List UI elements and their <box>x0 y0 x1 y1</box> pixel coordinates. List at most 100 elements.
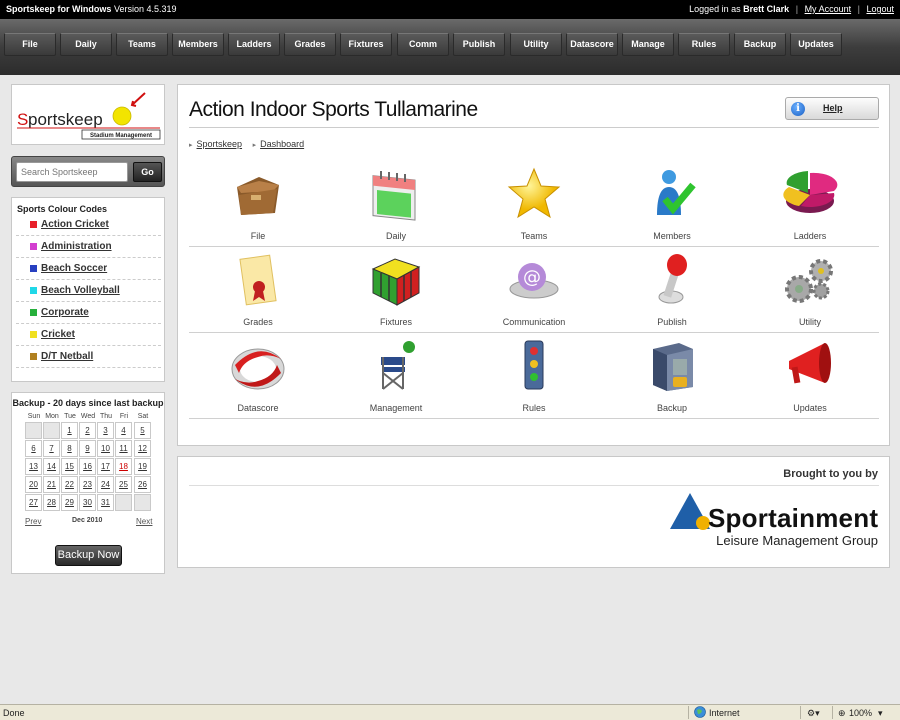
tile-utility[interactable]: Utility <box>741 247 879 333</box>
calendar-day[interactable]: 16 <box>79 458 96 475</box>
search-go-button[interactable]: Go <box>133 162 162 182</box>
calendar-day[interactable]: 27 <box>25 494 42 511</box>
calendar-day[interactable]: 29 <box>61 494 78 511</box>
nav-utility-button[interactable]: Utility <box>510 33 562 56</box>
search-input[interactable] <box>16 162 128 182</box>
nav-rules-button[interactable]: Rules <box>678 33 730 56</box>
sport-item-label[interactable]: Cricket <box>41 329 75 340</box>
calendar-day[interactable]: 8 <box>61 440 78 457</box>
sport-item[interactable]: Corporate <box>16 303 161 324</box>
zoom-icon[interactable]: ⊕ <box>838 708 846 719</box>
calendar-day[interactable]: 6 <box>25 440 42 457</box>
calendar-day[interactable]: 4 <box>115 422 132 439</box>
sportskeep-logo: S portskeep Stadium Management <box>11 84 165 145</box>
tile-ladders[interactable]: Ladders <box>741 161 879 247</box>
sport-colour-swatch <box>30 243 37 250</box>
tile-members[interactable]: Members <box>603 161 741 247</box>
nav-file-button[interactable]: File <box>4 33 56 56</box>
calendar-day[interactable]: 20 <box>25 476 42 493</box>
tile-daily[interactable]: Daily <box>327 161 465 247</box>
calendar-day[interactable]: 31 <box>97 494 114 511</box>
calendar-day[interactable]: 15 <box>61 458 78 475</box>
sport-item[interactable]: Beach Volleyball <box>16 281 161 302</box>
calendar-next-link[interactable]: Next <box>136 517 152 526</box>
nav-backup-button[interactable]: Backup <box>734 33 786 56</box>
nav-grades-button[interactable]: Grades <box>284 33 336 56</box>
sport-colour-swatch <box>30 331 37 338</box>
calendar-day[interactable]: 10 <box>97 440 114 457</box>
sport-item[interactable]: Cricket <box>16 325 161 346</box>
sport-item-label[interactable]: Corporate <box>41 307 89 318</box>
sport-item[interactable]: Action Cricket <box>16 215 161 236</box>
nav-daily-button[interactable]: Daily <box>60 33 112 56</box>
calendar-day[interactable]: 11 <box>115 440 132 457</box>
nav-comm-button[interactable]: Comm <box>397 33 449 56</box>
nav-teams-button[interactable]: Teams <box>116 33 168 56</box>
sport-item[interactable]: D/T Netball <box>16 347 161 368</box>
calendar-day[interactable]: 17 <box>97 458 114 475</box>
logout-link[interactable]: Logout <box>866 4 894 14</box>
calendar-day[interactable]: 25 <box>115 476 132 493</box>
calendar-day[interactable]: 24 <box>97 476 114 493</box>
nav-datascore-button[interactable]: Datascore <box>566 33 618 56</box>
tile-label: Utility <box>799 317 821 327</box>
tile-rules[interactable]: Rules <box>465 333 603 419</box>
calendar-day[interactable]: 19 <box>134 458 151 475</box>
calendar-day[interactable]: 12 <box>134 440 151 457</box>
user-name: Brett Clark <box>743 4 790 14</box>
calendar-day[interactable]: 18 <box>115 458 132 475</box>
director-chair-icon <box>367 337 425 395</box>
tile-file[interactable]: File <box>189 161 327 247</box>
tile-teams[interactable]: Teams <box>465 161 603 247</box>
tile-backup[interactable]: Backup <box>603 333 741 419</box>
sport-colour-swatch <box>30 265 37 272</box>
calendar-day[interactable]: 28 <box>43 494 60 511</box>
sport-item-label[interactable]: D/T Netball <box>41 351 93 362</box>
calendar-day[interactable]: 13 <box>25 458 42 475</box>
breadcrumb-dashboard[interactable]: Dashboard <box>260 139 304 149</box>
nav-members-button[interactable]: Members <box>172 33 224 56</box>
calendar-day[interactable]: 26 <box>134 476 151 493</box>
help-button[interactable]: i Help <box>785 97 879 120</box>
calendar-day[interactable]: 9 <box>79 440 96 457</box>
tile-fixtures[interactable]: Fixtures <box>327 247 465 333</box>
calendar-day[interactable]: 30 <box>79 494 96 511</box>
tile-management[interactable]: Management <box>327 333 465 419</box>
calendar-empty-cell <box>43 422 60 439</box>
calendar-day[interactable]: 5 <box>134 422 151 439</box>
calendar-day[interactable]: 14 <box>43 458 60 475</box>
calendar-day[interactable]: 21 <box>43 476 60 493</box>
my-account-link[interactable]: My Account <box>805 4 852 14</box>
sport-item-label[interactable]: Beach Volleyball <box>41 285 120 296</box>
sport-item[interactable]: Beach Soccer <box>16 259 161 280</box>
nav-updates-button[interactable]: Updates <box>790 33 842 56</box>
calendar-prev-link[interactable]: Prev <box>25 517 41 526</box>
backup-now-button[interactable]: Backup Now <box>55 545 122 566</box>
logo-art: S portskeep Stadium Management <box>17 92 161 140</box>
calendar-day[interactable]: 7 <box>43 440 60 457</box>
sport-item[interactable]: Administration <box>16 237 161 258</box>
calendar-day[interactable]: 2 <box>79 422 96 439</box>
calendar-day[interactable]: 22 <box>61 476 78 493</box>
tile-communication[interactable]: @ Communication <box>465 247 603 333</box>
security-icon[interactable]: ⚙▾ <box>807 708 820 719</box>
sport-item-label[interactable]: Action Cricket <box>41 219 109 230</box>
nav-publish-button[interactable]: Publish <box>453 33 505 56</box>
calendar-day[interactable]: 1 <box>61 422 78 439</box>
tile-updates[interactable]: Updates <box>741 333 879 419</box>
zoom-dropdown-icon[interactable]: ▾ <box>878 708 883 719</box>
tile-datascore[interactable]: Datascore <box>189 333 327 419</box>
sport-item-label[interactable]: Administration <box>41 241 112 252</box>
brought-to-you-by: Brought to you by <box>783 468 878 480</box>
tile-publish[interactable]: Publish <box>603 247 741 333</box>
nav-ladders-button[interactable]: Ladders <box>228 33 280 56</box>
sport-item-label[interactable]: Beach Soccer <box>41 263 107 274</box>
calendar-day[interactable]: 23 <box>79 476 96 493</box>
nav-manage-button[interactable]: Manage <box>622 33 674 56</box>
pie-chart-icon <box>781 165 839 223</box>
nav-fixtures-button[interactable]: Fixtures <box>340 33 392 56</box>
tile-grades[interactable]: Grades <box>189 247 327 333</box>
breadcrumb-sportskeep[interactable]: Sportskeep <box>197 139 243 149</box>
zoom-level[interactable]: 100% <box>849 708 872 718</box>
calendar-day[interactable]: 3 <box>97 422 114 439</box>
